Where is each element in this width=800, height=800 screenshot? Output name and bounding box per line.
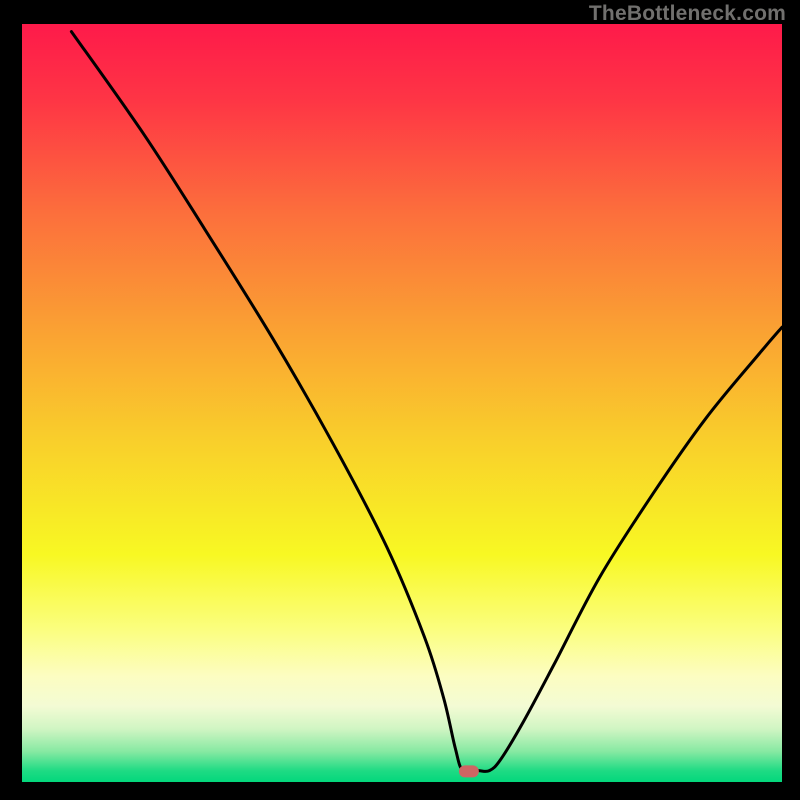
gradient-background [22, 24, 782, 782]
optimum-marker [459, 765, 479, 777]
chart-container: TheBottleneck.com [0, 0, 800, 800]
watermark-text: TheBottleneck.com [589, 2, 786, 26]
bottleneck-plot [22, 24, 782, 782]
